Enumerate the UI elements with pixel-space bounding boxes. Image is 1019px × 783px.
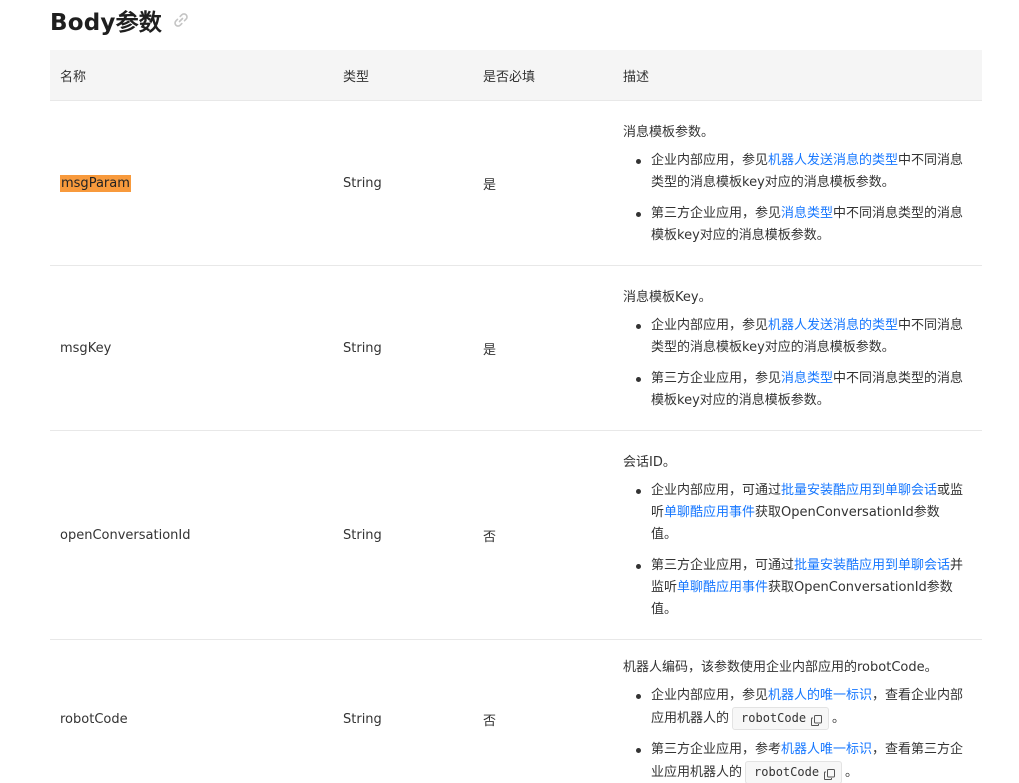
list-item: 企业内部应用，参见机器人发送消息的类型中不同消息类型的消息模板key对应的消息模… — [636, 315, 964, 359]
description-text: 企业内部应用，可通过 — [651, 482, 782, 498]
code-snippet: robotCode — [745, 761, 843, 783]
description-list: 企业内部应用，可通过批量安装酷应用到单聊会话或监听单聊酷应用事件获取OpenCo… — [623, 480, 964, 621]
description-intro: 机器人编码，该参数使用企业内部应用的robotCode。 — [623, 660, 938, 675]
table-row: robotCode String 否机器人编码，该参数使用企业内部应用的robotC… — [50, 639, 982, 783]
doc-link[interactable]: 机器人发送消息的类型 — [768, 153, 898, 168]
param-type: String — [333, 639, 473, 783]
description-text: 企业内部应用，参见 — [651, 688, 769, 703]
param-required: 是 — [473, 100, 613, 266]
param-type: String — [333, 100, 473, 266]
column-header-description: 描述 — [613, 50, 982, 101]
param-description: 会话ID。企业内部应用，可通过批量安装酷应用到单聊会话或监听单聊酷应用事件获取O… — [613, 430, 982, 640]
table-row: msgParam String 是消息模板参数。企业内部应用，参见机器人发送消息的类… — [50, 100, 982, 266]
description-text: 企业内部应用，参见 — [651, 152, 769, 168]
column-header-type: 类型 — [333, 50, 473, 101]
description-intro: 消息模板参数。 — [623, 124, 715, 140]
code-text: robotCode — [754, 765, 820, 779]
api-doc-page: Body参数 名称 类型 是否必填 描述 msgParam String 是消息模板… — [0, 0, 1019, 783]
list-item: 第三方企业应用，可通过批量安装酷应用到单聊会话并监听单聊酷应用事件获取OpenC… — [636, 555, 964, 621]
description-text: 第三方企业应用，可通过 — [651, 557, 795, 573]
description-intro: 消息模板Key。 — [623, 289, 712, 305]
description-text: 第三方企业应用，参考 — [651, 742, 782, 757]
param-required: 否 — [473, 639, 613, 783]
doc-link[interactable]: 机器人发送消息的类型 — [768, 318, 898, 333]
copy-icon[interactable] — [824, 767, 836, 780]
list-item: 企业内部应用，参见机器人的唯一标识，查看企业内部应用机器人的 robotCode。 — [636, 685, 964, 730]
column-header-required: 是否必填 — [473, 50, 613, 101]
section-heading: Body参数 — [50, 2, 191, 38]
description-text: 。 — [845, 765, 859, 780]
code-text: robotCode — [741, 711, 807, 725]
code-snippet: robotCode — [732, 707, 830, 730]
param-name: robotCode — [60, 712, 128, 727]
param-name: msgParam — [60, 174, 131, 192]
description-list: 企业内部应用，参见机器人发送消息的类型中不同消息类型的消息模板key对应的消息模… — [623, 150, 964, 247]
doc-link[interactable]: 机器人的唯一标识 — [768, 688, 872, 703]
doc-link[interactable]: 消息类型 — [781, 371, 833, 386]
list-item: 企业内部应用，可通过批量安装酷应用到单聊会话或监听单聊酷应用事件获取OpenCo… — [636, 480, 964, 546]
param-name-cell: openConversationId — [50, 430, 333, 640]
doc-link[interactable]: 消息类型 — [781, 206, 833, 221]
param-name-cell: robotCode — [50, 639, 333, 783]
param-name: msgKey — [60, 340, 112, 356]
param-required: 是 — [473, 265, 613, 431]
list-item: 第三方企业应用，参考机器人唯一标识，查看第三方企业应用机器人的 robotCode… — [636, 739, 964, 783]
param-description: 机器人编码，该参数使用企业内部应用的robotCode。 企业内部应用，参见机器人… — [613, 639, 982, 783]
param-name-cell: msgParam — [50, 100, 333, 266]
column-header-name: 名称 — [50, 50, 333, 101]
param-description: 消息模板Key。企业内部应用，参见机器人发送消息的类型中不同消息类型的消息模板k… — [613, 265, 982, 431]
description-text: 。 — [832, 711, 846, 726]
body-params-table: 名称 类型 是否必填 描述 msgParam String 是消息模板参数。 企业内部… — [50, 50, 982, 783]
param-type: String — [333, 430, 473, 640]
list-item: 第三方企业应用，参见消息类型中不同消息类型的消息模板key对应的消息模板参数。 — [636, 203, 964, 247]
param-required: 否 — [473, 430, 613, 640]
description-text: 第三方企业应用，参见 — [651, 370, 782, 386]
doc-link[interactable]: 单聊酷应用事件 — [664, 505, 755, 520]
table-row: msgKey String 是消息模板Key。企业内部应用，参见机器人发送消息的类型… — [50, 265, 982, 431]
list-item: 第三方企业应用，参见消息类型中不同消息类型的消息模板key对应的消息模板参数。 — [636, 368, 964, 412]
param-name: openConversationId — [60, 527, 191, 543]
param-type: String — [333, 265, 473, 431]
copy-icon[interactable] — [811, 713, 823, 726]
param-name-cell: msgKey — [50, 265, 333, 431]
description-intro: 会话ID。 — [623, 454, 676, 470]
link-icon[interactable] — [171, 10, 191, 30]
description-list: 企业内部应用，参见机器人的唯一标识，查看企业内部应用机器人的 robotCode。… — [623, 685, 964, 783]
doc-link[interactable]: 单聊酷应用事件 — [677, 580, 768, 595]
list-item: 企业内部应用，参见机器人发送消息的类型中不同消息类型的消息模板key对应的消息模… — [636, 150, 964, 194]
param-description: 消息模板参数。企业内部应用，参见机器人发送消息的类型中不同消息类型的消息模板ke… — [613, 100, 982, 266]
doc-link[interactable]: 批量安装酷应用到单聊会话 — [781, 483, 937, 498]
description-list: 企业内部应用，参见机器人发送消息的类型中不同消息类型的消息模板key对应的消息模… — [623, 315, 964, 412]
section-title: Body参数 — [50, 10, 162, 36]
table-row: openConversationId String 否会话ID。企业内部应用，可通过… — [50, 430, 982, 640]
description-text: 企业内部应用，参见 — [651, 317, 769, 333]
table-header-row: 名称 类型 是否必填 描述 — [50, 50, 982, 101]
description-text: 第三方企业应用，参见 — [651, 205, 782, 221]
doc-link[interactable]: 批量安装酷应用到单聊会话 — [794, 558, 950, 573]
doc-link[interactable]: 机器人唯一标识 — [781, 742, 872, 757]
